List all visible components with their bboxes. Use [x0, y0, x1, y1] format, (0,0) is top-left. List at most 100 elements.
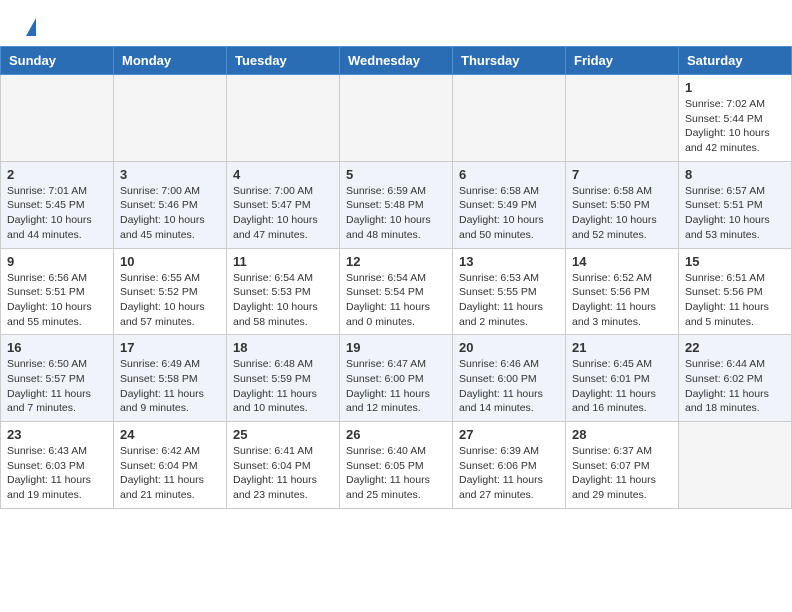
day-number: 11 — [233, 254, 333, 269]
calendar-day-cell: 11 Sunrise: 6:54 AM Sunset: 5:53 PM Dayli… — [227, 248, 340, 335]
day-number: 1 — [685, 80, 785, 95]
calendar-day-cell: 3 Sunrise: 7:00 AM Sunset: 5:46 PM Daylig… — [114, 161, 227, 248]
header — [0, 0, 792, 46]
calendar-table: SundayMondayTuesdayWednesdayThursdayFrid… — [0, 46, 792, 509]
day-number: 28 — [572, 427, 672, 442]
day-info: Sunrise: 7:02 AM Sunset: 5:44 PM Dayligh… — [685, 97, 785, 156]
day-info: Sunrise: 6:42 AM Sunset: 6:04 PM Dayligh… — [120, 444, 220, 503]
day-number: 13 — [459, 254, 559, 269]
day-number: 7 — [572, 167, 672, 182]
calendar-day-cell — [679, 422, 792, 509]
calendar-day-cell: 27 Sunrise: 6:39 AM Sunset: 6:06 PM Dayli… — [453, 422, 566, 509]
day-number: 2 — [7, 167, 107, 182]
day-number: 21 — [572, 340, 672, 355]
day-info: Sunrise: 6:47 AM Sunset: 6:00 PM Dayligh… — [346, 357, 446, 416]
day-info: Sunrise: 6:44 AM Sunset: 6:02 PM Dayligh… — [685, 357, 785, 416]
day-info: Sunrise: 6:53 AM Sunset: 5:55 PM Dayligh… — [459, 271, 559, 330]
calendar-day-cell: 15 Sunrise: 6:51 AM Sunset: 5:56 PM Dayli… — [679, 248, 792, 335]
day-number: 14 — [572, 254, 672, 269]
weekday-header-monday: Monday — [114, 47, 227, 75]
day-info: Sunrise: 6:41 AM Sunset: 6:04 PM Dayligh… — [233, 444, 333, 503]
day-number: 19 — [346, 340, 446, 355]
day-number: 25 — [233, 427, 333, 442]
day-info: Sunrise: 6:46 AM Sunset: 6:00 PM Dayligh… — [459, 357, 559, 416]
calendar-day-cell: 28 Sunrise: 6:37 AM Sunset: 6:07 PM Dayli… — [566, 422, 679, 509]
day-info: Sunrise: 6:39 AM Sunset: 6:06 PM Dayligh… — [459, 444, 559, 503]
calendar-day-cell — [453, 75, 566, 162]
logo — [24, 18, 36, 38]
weekday-header-saturday: Saturday — [679, 47, 792, 75]
day-number: 10 — [120, 254, 220, 269]
day-info: Sunrise: 6:48 AM Sunset: 5:59 PM Dayligh… — [233, 357, 333, 416]
day-number: 8 — [685, 167, 785, 182]
day-info: Sunrise: 6:51 AM Sunset: 5:56 PM Dayligh… — [685, 271, 785, 330]
day-number: 20 — [459, 340, 559, 355]
day-info: Sunrise: 6:50 AM Sunset: 5:57 PM Dayligh… — [7, 357, 107, 416]
calendar-day-cell — [340, 75, 453, 162]
day-number: 18 — [233, 340, 333, 355]
day-info: Sunrise: 6:49 AM Sunset: 5:58 PM Dayligh… — [120, 357, 220, 416]
day-info: Sunrise: 6:57 AM Sunset: 5:51 PM Dayligh… — [685, 184, 785, 243]
day-info: Sunrise: 6:54 AM Sunset: 5:53 PM Dayligh… — [233, 271, 333, 330]
calendar-day-cell: 19 Sunrise: 6:47 AM Sunset: 6:00 PM Dayli… — [340, 335, 453, 422]
weekday-header-sunday: Sunday — [1, 47, 114, 75]
weekday-header-row: SundayMondayTuesdayWednesdayThursdayFrid… — [1, 47, 792, 75]
calendar-day-cell — [1, 75, 114, 162]
weekday-header-thursday: Thursday — [453, 47, 566, 75]
day-number: 16 — [7, 340, 107, 355]
day-number: 4 — [233, 167, 333, 182]
calendar-day-cell: 2 Sunrise: 7:01 AM Sunset: 5:45 PM Daylig… — [1, 161, 114, 248]
calendar-week-row: 23 Sunrise: 6:43 AM Sunset: 6:03 PM Dayli… — [1, 422, 792, 509]
calendar-day-cell: 1 Sunrise: 7:02 AM Sunset: 5:44 PM Daylig… — [679, 75, 792, 162]
day-info: Sunrise: 6:40 AM Sunset: 6:05 PM Dayligh… — [346, 444, 446, 503]
day-number: 6 — [459, 167, 559, 182]
calendar-day-cell: 6 Sunrise: 6:58 AM Sunset: 5:49 PM Daylig… — [453, 161, 566, 248]
calendar-day-cell — [227, 75, 340, 162]
calendar-week-row: 9 Sunrise: 6:56 AM Sunset: 5:51 PM Daylig… — [1, 248, 792, 335]
calendar-day-cell — [114, 75, 227, 162]
calendar-day-cell: 16 Sunrise: 6:50 AM Sunset: 5:57 PM Dayli… — [1, 335, 114, 422]
calendar-day-cell: 4 Sunrise: 7:00 AM Sunset: 5:47 PM Daylig… — [227, 161, 340, 248]
calendar-day-cell: 8 Sunrise: 6:57 AM Sunset: 5:51 PM Daylig… — [679, 161, 792, 248]
day-info: Sunrise: 6:37 AM Sunset: 6:07 PM Dayligh… — [572, 444, 672, 503]
day-info: Sunrise: 6:43 AM Sunset: 6:03 PM Dayligh… — [7, 444, 107, 503]
day-info: Sunrise: 6:45 AM Sunset: 6:01 PM Dayligh… — [572, 357, 672, 416]
day-info: Sunrise: 7:01 AM Sunset: 5:45 PM Dayligh… — [7, 184, 107, 243]
day-number: 17 — [120, 340, 220, 355]
calendar-day-cell: 20 Sunrise: 6:46 AM Sunset: 6:00 PM Dayli… — [453, 335, 566, 422]
calendar-week-row: 16 Sunrise: 6:50 AM Sunset: 5:57 PM Dayli… — [1, 335, 792, 422]
calendar-day-cell: 13 Sunrise: 6:53 AM Sunset: 5:55 PM Dayli… — [453, 248, 566, 335]
calendar-day-cell: 21 Sunrise: 6:45 AM Sunset: 6:01 PM Dayli… — [566, 335, 679, 422]
calendar-day-cell: 9 Sunrise: 6:56 AM Sunset: 5:51 PM Daylig… — [1, 248, 114, 335]
calendar-day-cell: 12Sunrise: 6:54 AM Sunset: 5:54 PM Dayli… — [340, 248, 453, 335]
calendar-day-cell — [566, 75, 679, 162]
calendar-day-cell: 25 Sunrise: 6:41 AM Sunset: 6:04 PM Dayli… — [227, 422, 340, 509]
weekday-header-friday: Friday — [566, 47, 679, 75]
day-number: 23 — [7, 427, 107, 442]
weekday-header-wednesday: Wednesday — [340, 47, 453, 75]
calendar-day-cell: 18 Sunrise: 6:48 AM Sunset: 5:59 PM Dayli… — [227, 335, 340, 422]
day-number: 15 — [685, 254, 785, 269]
day-number: 24 — [120, 427, 220, 442]
day-number: 3 — [120, 167, 220, 182]
calendar-day-cell: 7 Sunrise: 6:58 AM Sunset: 5:50 PM Daylig… — [566, 161, 679, 248]
calendar-day-cell: 26 Sunrise: 6:40 AM Sunset: 6:05 PM Dayli… — [340, 422, 453, 509]
day-number: 5 — [346, 167, 446, 182]
day-number: 27 — [459, 427, 559, 442]
day-number: 9 — [7, 254, 107, 269]
day-info: Sunrise: 6:54 AM Sunset: 5:54 PM Dayligh… — [346, 271, 446, 330]
logo-triangle-icon — [26, 18, 36, 36]
day-info: Sunrise: 6:56 AM Sunset: 5:51 PM Dayligh… — [7, 271, 107, 330]
day-info: Sunrise: 6:59 AM Sunset: 5:48 PM Dayligh… — [346, 184, 446, 243]
day-info: Sunrise: 7:00 AM Sunset: 5:46 PM Dayligh… — [120, 184, 220, 243]
calendar-day-cell: 10 Sunrise: 6:55 AM Sunset: 5:52 PM Dayli… — [114, 248, 227, 335]
day-info: Sunrise: 6:55 AM Sunset: 5:52 PM Dayligh… — [120, 271, 220, 330]
day-info: Sunrise: 6:58 AM Sunset: 5:50 PM Dayligh… — [572, 184, 672, 243]
day-info: Sunrise: 7:00 AM Sunset: 5:47 PM Dayligh… — [233, 184, 333, 243]
day-number: 26 — [346, 427, 446, 442]
calendar-day-cell: 17 Sunrise: 6:49 AM Sunset: 5:58 PM Dayli… — [114, 335, 227, 422]
weekday-header-tuesday: Tuesday — [227, 47, 340, 75]
day-number: 22 — [685, 340, 785, 355]
calendar-day-cell: 22 Sunrise: 6:44 AM Sunset: 6:02 PM Dayli… — [679, 335, 792, 422]
day-info: Sunrise: 6:58 AM Sunset: 5:49 PM Dayligh… — [459, 184, 559, 243]
